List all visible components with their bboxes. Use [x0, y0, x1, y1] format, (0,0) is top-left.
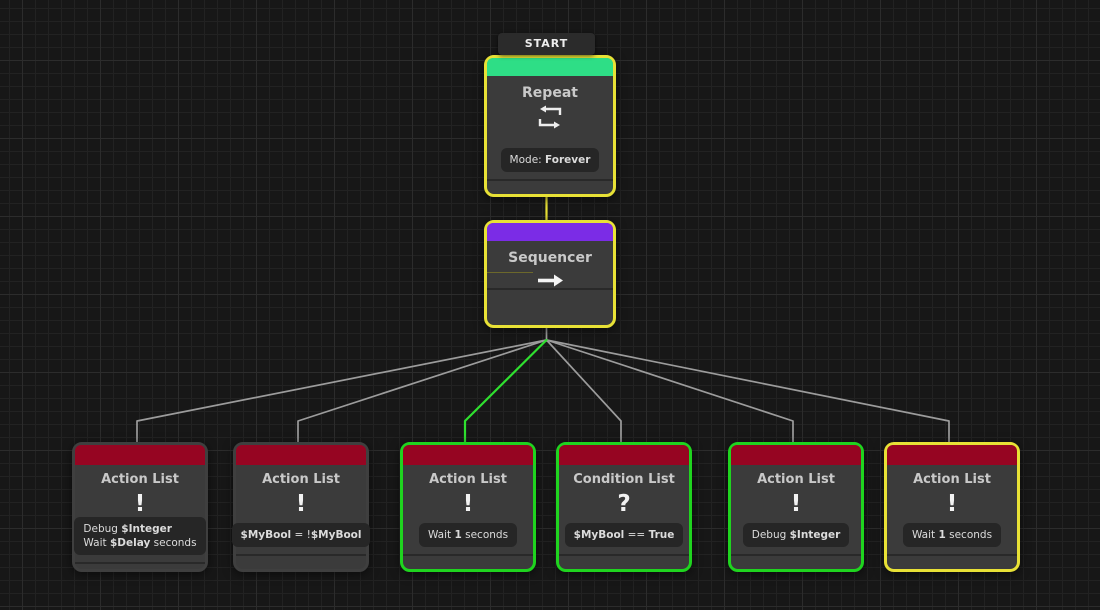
exclamation-icon: !	[731, 491, 861, 517]
node-footer	[403, 554, 533, 569]
node-task-area: $MyBool = !$MyBool	[243, 523, 359, 547]
behavior-tree-canvas[interactable]: START Repeat Mode: Forever Sequencer	[0, 0, 1100, 610]
exclamation-icon: !	[887, 491, 1017, 517]
node-header-bar	[887, 445, 1017, 465]
task-list-box: Debug $Integer	[743, 523, 850, 547]
task-glyph: !	[135, 491, 146, 517]
task-segment: $Integer	[121, 523, 172, 535]
node-title: Action List	[731, 472, 861, 487]
wire-sequencer-to-child-5	[547, 340, 794, 446]
node-footer	[75, 562, 205, 577]
node-action-list-5[interactable]: Action List ! Debug $Integer	[728, 442, 864, 572]
node-task-area: $MyBool == True	[566, 523, 682, 547]
node-title: Repeat	[487, 85, 613, 101]
task-glyph: !	[296, 491, 307, 517]
node-title: Action List	[887, 472, 1017, 487]
node-header-bar	[75, 445, 205, 465]
node-param-area: Mode: Forever	[494, 148, 606, 172]
task-segment: $MyBool	[311, 529, 362, 541]
node-header-bar	[487, 58, 613, 76]
param-segment: Forever	[545, 154, 590, 166]
task-list-box: Wait 1 seconds	[903, 523, 1001, 547]
node-header-bar	[236, 445, 366, 465]
node-sequencer[interactable]: Sequencer	[484, 220, 616, 328]
node-footer	[487, 288, 613, 303]
task-line: Debug $Integer	[83, 522, 196, 536]
node-action-list-6[interactable]: Action List ! Wait 1 seconds	[884, 442, 1020, 572]
task-segment: Debug	[83, 523, 121, 535]
task-segment: 1	[454, 529, 461, 541]
node-header-bar	[559, 445, 689, 465]
node-footer	[236, 554, 366, 569]
task-segment: $MyBool	[241, 529, 292, 541]
task-segment: True	[649, 529, 675, 541]
task-list-box: Debug $Integer Wait $Delay seconds	[74, 517, 205, 555]
node-task-area: Wait 1 seconds	[410, 523, 526, 547]
task-segment: Debug	[752, 529, 790, 541]
node-task-area: Debug $Integer Wait $Delay seconds	[82, 517, 198, 555]
task-list-box: $MyBool == True	[565, 523, 684, 547]
task-list-box: Wait 1 seconds	[419, 523, 517, 547]
exclamation-icon: !	[403, 491, 533, 517]
exclamation-icon: !	[236, 491, 366, 517]
task-segment: Wait	[428, 529, 455, 541]
wire-sequencer-to-child-3	[465, 340, 547, 446]
task-segment: 1	[938, 529, 945, 541]
node-action-list-3[interactable]: Action List ! Wait 1 seconds	[400, 442, 536, 572]
wire-sequencer-to-child-4	[547, 340, 622, 446]
node-footer	[487, 179, 613, 194]
question-icon: ?	[559, 491, 689, 517]
node-title: Action List	[236, 472, 366, 487]
task-glyph: !	[947, 491, 958, 517]
wire-sequencer-to-child-6	[547, 340, 950, 446]
task-list-box: $MyBool = !$MyBool	[232, 523, 371, 547]
node-condition-list[interactable]: Condition List ? $MyBool == True	[556, 442, 692, 572]
param-segment: Mode:	[510, 154, 545, 166]
task-segment: ==	[624, 529, 648, 541]
node-title: Sequencer	[487, 250, 613, 266]
task-segment: seconds	[150, 537, 196, 549]
task-segment: $MyBool	[574, 529, 625, 541]
node-footer	[887, 554, 1017, 569]
mode-param-box: Mode: Forever	[501, 148, 600, 172]
node-task-area: Debug $Integer	[738, 523, 854, 547]
task-segment: Wait	[912, 529, 939, 541]
exclamation-icon: !	[75, 491, 205, 517]
node-footer	[731, 554, 861, 569]
task-segment: seconds	[462, 529, 508, 541]
wire-sequencer-to-child-1	[137, 340, 547, 446]
node-header-bar	[731, 445, 861, 465]
task-segment: $Integer	[790, 529, 841, 541]
node-footer	[559, 554, 689, 569]
node-task-area: Wait 1 seconds	[894, 523, 1010, 547]
task-line: Wait $Delay seconds	[83, 536, 196, 550]
node-header-bar	[487, 223, 613, 241]
wire-sequencer-to-child-2	[298, 340, 547, 446]
node-action-list-2[interactable]: Action List ! $MyBool = !$MyBool	[233, 442, 369, 572]
node-title: Action List	[403, 472, 533, 487]
node-header-bar	[403, 445, 533, 465]
node-title: Action List	[75, 472, 205, 487]
task-segment: = !	[291, 529, 311, 541]
arrow-right-icon	[487, 273, 613, 288]
task-segment: $Delay	[110, 537, 150, 549]
node-title: Condition List	[559, 472, 689, 487]
node-action-list-1[interactable]: Action List ! Debug $Integer Wait $Delay…	[72, 442, 208, 572]
task-glyph: ?	[617, 491, 630, 517]
repeat-icon	[487, 105, 613, 129]
task-glyph: !	[791, 491, 802, 517]
node-repeat[interactable]: Repeat Mode: Forever	[484, 55, 616, 197]
task-segment: seconds	[946, 529, 992, 541]
task-glyph: !	[463, 491, 474, 517]
task-segment: Wait	[83, 537, 110, 549]
start-entry-tab[interactable]: START	[498, 33, 595, 55]
